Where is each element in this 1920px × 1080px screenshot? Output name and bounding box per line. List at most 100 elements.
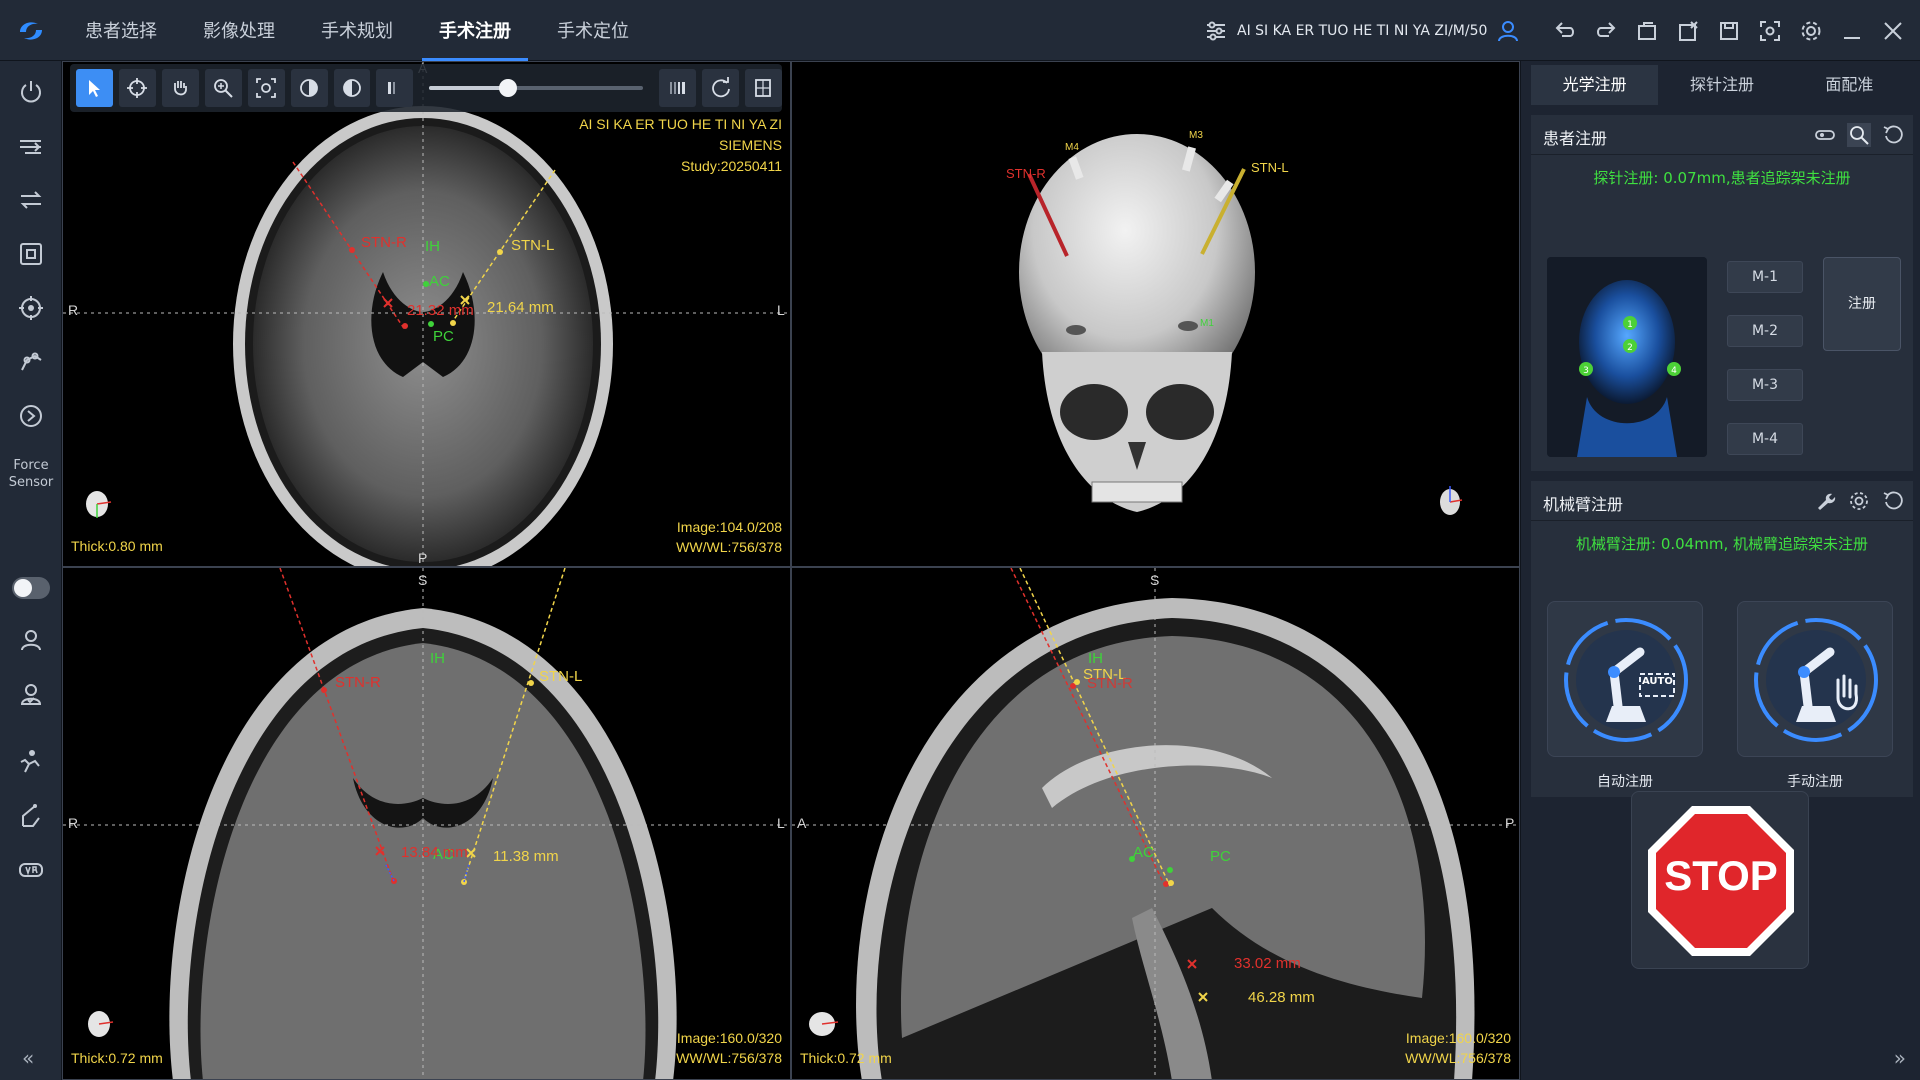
pointer-tool-icon[interactable] (76, 69, 113, 107)
axial-study: Study:20250411 (681, 158, 782, 174)
marker-m4-button[interactable]: M-4 (1727, 423, 1803, 455)
manual-register-button[interactable] (1737, 601, 1893, 757)
gear-icon[interactable] (1798, 18, 1824, 44)
nav-patient-select[interactable]: 患者选择 (62, 0, 180, 61)
redo-icon[interactable] (1593, 18, 1619, 44)
marker-m2-button[interactable]: M-2 (1727, 315, 1803, 347)
axial-thickness: Thick:0.80 mm (71, 538, 163, 554)
axial-patient-name: AI SI KA ER TUO HE TI NI YA ZI (579, 116, 782, 132)
robot-reset-icon[interactable] (1881, 489, 1905, 513)
vr-icon[interactable] (14, 853, 48, 887)
robot-registration-section: 机械臂注册 机械臂注册: 0.04mm, 机械臂追踪架未注册 AUTO 自动注册… (1531, 481, 1913, 797)
pan-hand-icon[interactable] (161, 69, 199, 107)
right-panel: 光学注册 探针注册 面配准 患者注册 探针注册: 0.07mm,患者追踪架未注册 (1520, 61, 1920, 1080)
manual-robot-icon (1754, 618, 1878, 742)
sagittal-pc-label: PC (1210, 848, 1231, 865)
brightness-max-icon[interactable] (659, 69, 697, 107)
tab-probe-registration[interactable]: 探针注册 (1658, 65, 1786, 105)
surgeon-icon[interactable] (14, 745, 48, 779)
swap-icon[interactable] (14, 183, 48, 217)
robot-arm-icon[interactable] (14, 345, 48, 379)
screenshot-icon[interactable] (1757, 18, 1783, 44)
sagittal-orient-left: A (797, 815, 807, 831)
navigate-icon[interactable] (14, 399, 48, 433)
auto-robot-icon (1564, 618, 1688, 742)
axial-image-index: Image:104.0/208 (676, 519, 782, 535)
user-icon[interactable] (1497, 20, 1519, 42)
force-sensor-label-2: Sensor (8, 475, 54, 490)
coronal-distance-l: 11.38 mm (493, 848, 559, 865)
minimize-icon[interactable] (1839, 18, 1865, 44)
reset-icon[interactable] (1881, 123, 1905, 147)
collapse-left-button[interactable]: « (22, 1046, 34, 1070)
coronal-view[interactable]: S R L STN-R STN-L IH AC 13.84 mm 11.38 m… (62, 567, 791, 1080)
render-m4-label: M4 (1065, 142, 1079, 153)
nav-surgical-planning[interactable]: 手术规划 (298, 0, 416, 61)
brightness-slider-knob[interactable] (499, 79, 518, 97)
render-3d-view[interactable]: STN-R STN-L M4 M3 M1 (791, 61, 1520, 567)
save-icon[interactable] (1716, 18, 1742, 44)
axial-stn-r-label: STN-R (361, 234, 407, 251)
brightness-min-icon[interactable] (376, 69, 414, 107)
nav-surgical-positioning[interactable]: 手术定位 (534, 0, 652, 61)
axial-view[interactable]: R L A P STN-R STN-L IH AC PC 21.32 mm 21… (62, 61, 791, 567)
nav-surgical-registration[interactable]: 手术注册 (416, 0, 534, 61)
patient-profile-icon[interactable] (14, 623, 48, 657)
sagittal-ac-label: AC (1133, 844, 1154, 861)
collapse-right-button[interactable]: » (1894, 1046, 1906, 1070)
render-orientation-head-icon (1440, 486, 1463, 515)
measure-tool-icon[interactable] (745, 69, 782, 107)
tab-optical-registration[interactable]: 光学注册 (1531, 65, 1659, 105)
close-icon[interactable] (1880, 18, 1906, 44)
sagittal-thickness: Thick:0.72 mm (800, 1050, 892, 1066)
axial-ac-label: AC (429, 273, 450, 290)
manual-register-label: 手动注册 (1787, 774, 1843, 790)
sagittal-view[interactable]: S A P STN-L STN-R IH AC PC 33.02 mm 46.2… (791, 567, 1520, 1080)
axial-window-level: WW/WL:756/378 (676, 539, 782, 555)
brightness-slider[interactable] (429, 79, 644, 97)
camera-toggle-icon[interactable] (1813, 123, 1837, 147)
undo-icon[interactable] (1552, 18, 1578, 44)
power-icon[interactable] (14, 75, 48, 109)
reset-view-icon[interactable] (702, 69, 740, 107)
patient-settings-icon[interactable] (1205, 20, 1227, 42)
auto-register-button[interactable]: AUTO (1547, 601, 1703, 757)
coronal-distance-r: 13.84 mm (401, 844, 468, 861)
axial-distance-l: 21.64 mm (487, 299, 554, 316)
zoom-fit-icon[interactable] (247, 69, 285, 107)
zoom-tool-icon[interactable] (204, 69, 242, 107)
close-file-icon[interactable] (1675, 18, 1701, 44)
fit-view-icon[interactable] (14, 237, 48, 271)
robot-registration-tools (1813, 489, 1905, 513)
export-icon[interactable] (1634, 18, 1660, 44)
nav-image-processing[interactable]: 影像处理 (180, 0, 298, 61)
contrast-icon[interactable] (333, 69, 371, 107)
render-m3-label: M3 (1189, 130, 1203, 141)
patient-registration-tools (1813, 123, 1905, 147)
wrench-icon[interactable] (1813, 489, 1837, 513)
svg-text:3: 3 (1583, 366, 1589, 376)
register-button[interactable]: 注册 (1823, 257, 1901, 351)
tab-surface-registration[interactable]: 面配准 (1785, 65, 1913, 105)
patient-register-icon[interactable] (14, 677, 48, 711)
robot-settings-gear-icon[interactable] (1847, 489, 1871, 513)
window-level-icon[interactable] (290, 69, 328, 107)
coronal-orient-left: R (68, 815, 79, 831)
stop-label: STOP (1664, 852, 1778, 899)
search-point-icon[interactable] (1847, 123, 1871, 147)
coronal-ih-label: IH (430, 650, 445, 667)
target-icon[interactable] (14, 291, 48, 325)
crosshair-tool-icon[interactable] (118, 69, 156, 107)
marker-m1-button[interactable]: M-1 (1727, 261, 1803, 293)
force-sensor-toggle[interactable] (12, 577, 50, 599)
probe-icon[interactable] (14, 799, 48, 833)
sagittal-ih-label: IH (1088, 650, 1103, 667)
emergency-stop-button[interactable]: STOP (1631, 791, 1809, 969)
axial-orient-bottom: P (418, 550, 428, 566)
sagittal-orientation-head-icon (809, 1012, 839, 1036)
retract-icon[interactable] (14, 129, 48, 163)
marker-m3-button[interactable]: M-3 (1727, 369, 1803, 401)
coronal-image-index: Image:160.0/320 (676, 1030, 782, 1046)
sagittal-distance-r: 33.02 mm (1234, 955, 1301, 972)
render-m1-label: M1 (1200, 318, 1214, 329)
